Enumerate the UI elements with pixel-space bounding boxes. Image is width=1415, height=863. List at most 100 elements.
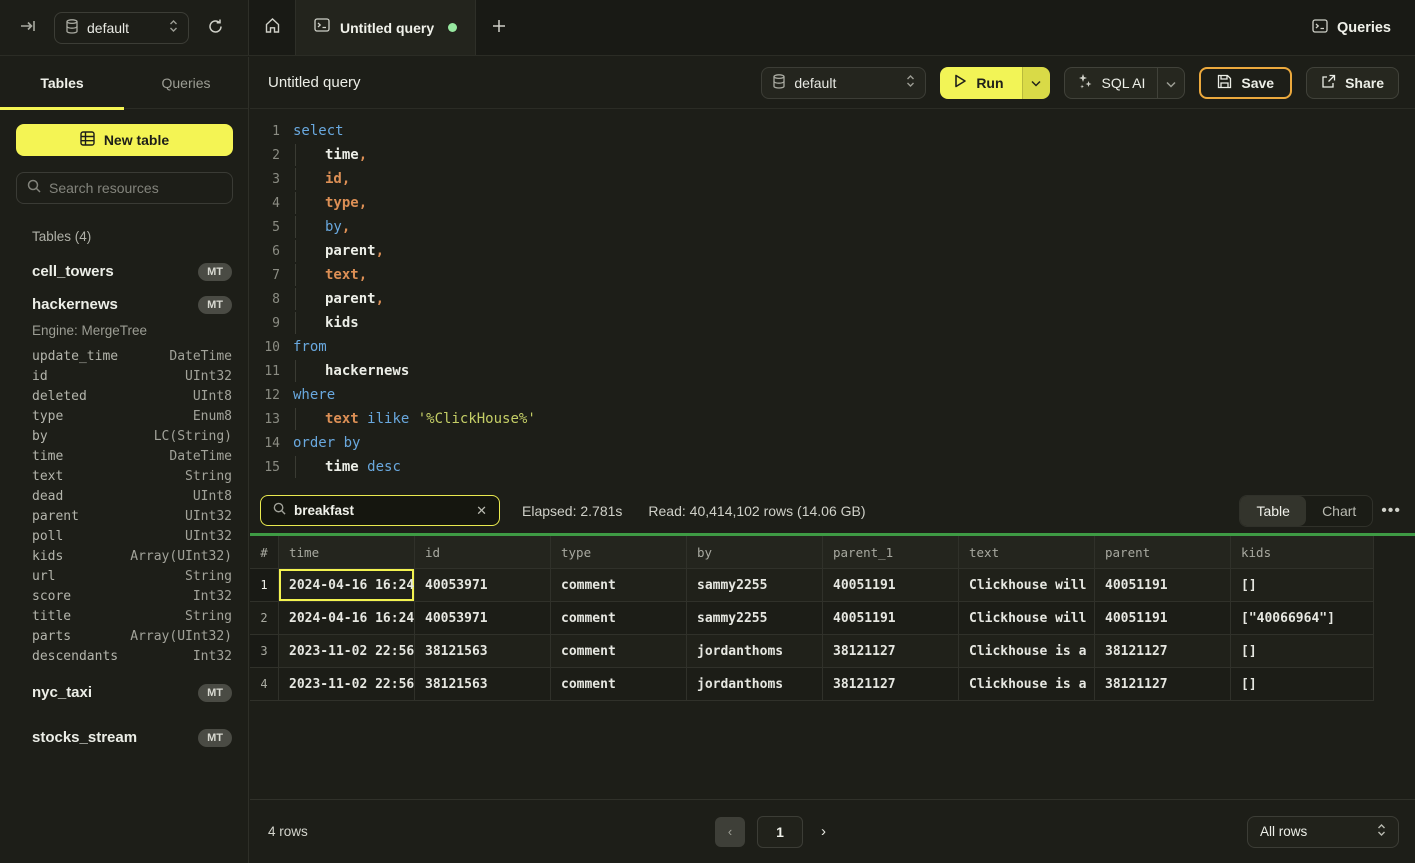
engine-label: Engine: MergeTree [32, 323, 248, 338]
sidebar-item-nyc-taxi[interactable]: nyc_taxi MT [32, 676, 232, 709]
column-name: url [32, 569, 55, 584]
line-number: 8 [250, 292, 280, 307]
table-cell[interactable]: 40051191 [823, 569, 959, 602]
column-row: scoreInt32 [32, 586, 232, 606]
table-cell[interactable]: sammy2255 [687, 569, 823, 602]
save-button[interactable]: Save [1199, 67, 1292, 99]
column-type: UInt32 [185, 509, 232, 524]
table-cell[interactable]: comment [551, 602, 687, 635]
table-cell[interactable]: 38121563 [415, 635, 551, 668]
code-line: 4type, [250, 191, 1415, 215]
column-header[interactable]: type [551, 536, 687, 569]
table-cell[interactable]: 38121563 [415, 668, 551, 701]
row-number[interactable]: 3 [250, 635, 279, 668]
new-table-button[interactable]: New table [16, 124, 233, 156]
terminal-icon [1312, 19, 1328, 37]
column-header[interactable]: kids [1231, 536, 1374, 569]
refresh-button[interactable] [203, 14, 228, 42]
table-cell[interactable]: 40051191 [823, 602, 959, 635]
column-type: UInt8 [193, 489, 232, 504]
table-cell[interactable]: comment [551, 635, 687, 668]
table-cell[interactable]: Clickhouse is a … [959, 635, 1095, 668]
table-cell[interactable]: 38121127 [1095, 635, 1231, 668]
table-cell[interactable]: 2023-11-02 22:56… [279, 668, 415, 701]
prev-page-button[interactable]: ‹ [715, 817, 745, 847]
share-button[interactable]: Share [1306, 67, 1399, 99]
collapse-sidebar-button[interactable] [16, 14, 40, 41]
clear-search-button[interactable]: ✕ [476, 503, 487, 519]
column-header[interactable]: time [279, 536, 415, 569]
queries-button[interactable]: Queries [1312, 19, 1391, 37]
column-row: typeEnum8 [32, 406, 232, 426]
database-selector-value: default [794, 75, 836, 91]
sidebar-item-hackernews[interactable]: hackernews MT [32, 288, 232, 321]
column-type: UInt32 [185, 529, 232, 544]
column-type: Array(UInt32) [130, 549, 232, 564]
table-cell[interactable]: [] [1231, 569, 1374, 602]
tab-untitled-query[interactable]: Untitled query [295, 0, 476, 55]
column-header[interactable]: parent_1 [823, 536, 959, 569]
code-content: time, [293, 147, 367, 163]
database-selector-top[interactable]: default [54, 12, 189, 44]
table-cell[interactable]: 38121127 [1095, 668, 1231, 701]
line-number: 5 [250, 220, 280, 235]
sidebar-tab-tables[interactable]: Tables [0, 57, 124, 108]
table-cell[interactable]: 40053971 [415, 569, 551, 602]
home-button[interactable] [249, 0, 295, 55]
column-header[interactable]: # [250, 536, 279, 569]
table-cell[interactable]: 40051191 [1095, 569, 1231, 602]
column-header[interactable]: by [687, 536, 823, 569]
table-cell[interactable]: Clickhouse will … [959, 569, 1095, 602]
table-cell[interactable]: Clickhouse will … [959, 602, 1095, 635]
row-number[interactable]: 1 [250, 569, 279, 602]
table-cell[interactable]: [] [1231, 668, 1374, 701]
table-cell[interactable]: sammy2255 [687, 602, 823, 635]
database-icon [65, 19, 79, 37]
code-line: 1select [250, 119, 1415, 143]
sql-ai-options-button[interactable] [1157, 68, 1184, 98]
next-page-button[interactable]: › [815, 823, 832, 840]
sidebar-item-cell-towers[interactable]: cell_towers MT [32, 255, 232, 288]
line-number: 7 [250, 268, 280, 283]
more-options-button[interactable]: ••• [1381, 502, 1401, 520]
column-header[interactable]: text [959, 536, 1095, 569]
column-type: UInt8 [193, 389, 232, 404]
view-toggle-table[interactable]: Table [1240, 496, 1306, 526]
sidebar-search[interactable] [16, 172, 233, 204]
table-cell[interactable]: 2023-11-02 22:56… [279, 635, 415, 668]
table-cell[interactable]: 40053971 [415, 602, 551, 635]
query-toolbar: default Run [761, 67, 1399, 99]
database-selector-main[interactable]: default [761, 67, 926, 99]
ellipsis-icon: ••• [1381, 502, 1401, 519]
page-size-selector[interactable]: All rows [1247, 816, 1399, 848]
view-toggle-chart[interactable]: Chart [1306, 496, 1372, 526]
table-cell[interactable]: [] [1231, 635, 1374, 668]
table-cell[interactable]: 38121127 [823, 668, 959, 701]
table-cell[interactable]: 2024-04-16 16:24… [279, 569, 415, 602]
sidebar-tab-queries[interactable]: Queries [124, 57, 248, 108]
table-cell[interactable]: comment [551, 668, 687, 701]
table-cell[interactable]: 40051191 [1095, 602, 1231, 635]
column-header[interactable]: id [415, 536, 551, 569]
code-content: by, [293, 219, 350, 235]
run-options-button[interactable] [1022, 67, 1050, 99]
column-header[interactable]: parent [1095, 536, 1231, 569]
table-cell[interactable]: ["40066964"] [1231, 602, 1374, 635]
sql-ai-button[interactable]: SQL AI [1065, 73, 1158, 92]
table-cell[interactable]: jordanthoms [687, 635, 823, 668]
table-cell[interactable]: comment [551, 569, 687, 602]
table-cell[interactable]: 2024-04-16 16:24… [279, 602, 415, 635]
table-cell[interactable]: 38121127 [823, 635, 959, 668]
row-number[interactable]: 4 [250, 668, 279, 701]
table-cell[interactable]: Clickhouse is a … [959, 668, 1095, 701]
sidebar-search-input[interactable] [49, 180, 222, 196]
new-tab-button[interactable] [476, 0, 522, 55]
sidebar-item-stocks-stream[interactable]: stocks_stream MT [32, 721, 232, 754]
results-search-input[interactable] [294, 503, 468, 518]
table-cell[interactable]: jordanthoms [687, 668, 823, 701]
row-number[interactable]: 2 [250, 602, 279, 635]
run-button[interactable]: Run [940, 67, 1021, 99]
results-search[interactable]: ✕ [260, 495, 500, 526]
sql-editor[interactable]: 1select2time,3id,4type,5by,6parent,7text… [250, 110, 1415, 488]
current-page[interactable]: 1 [757, 816, 803, 848]
